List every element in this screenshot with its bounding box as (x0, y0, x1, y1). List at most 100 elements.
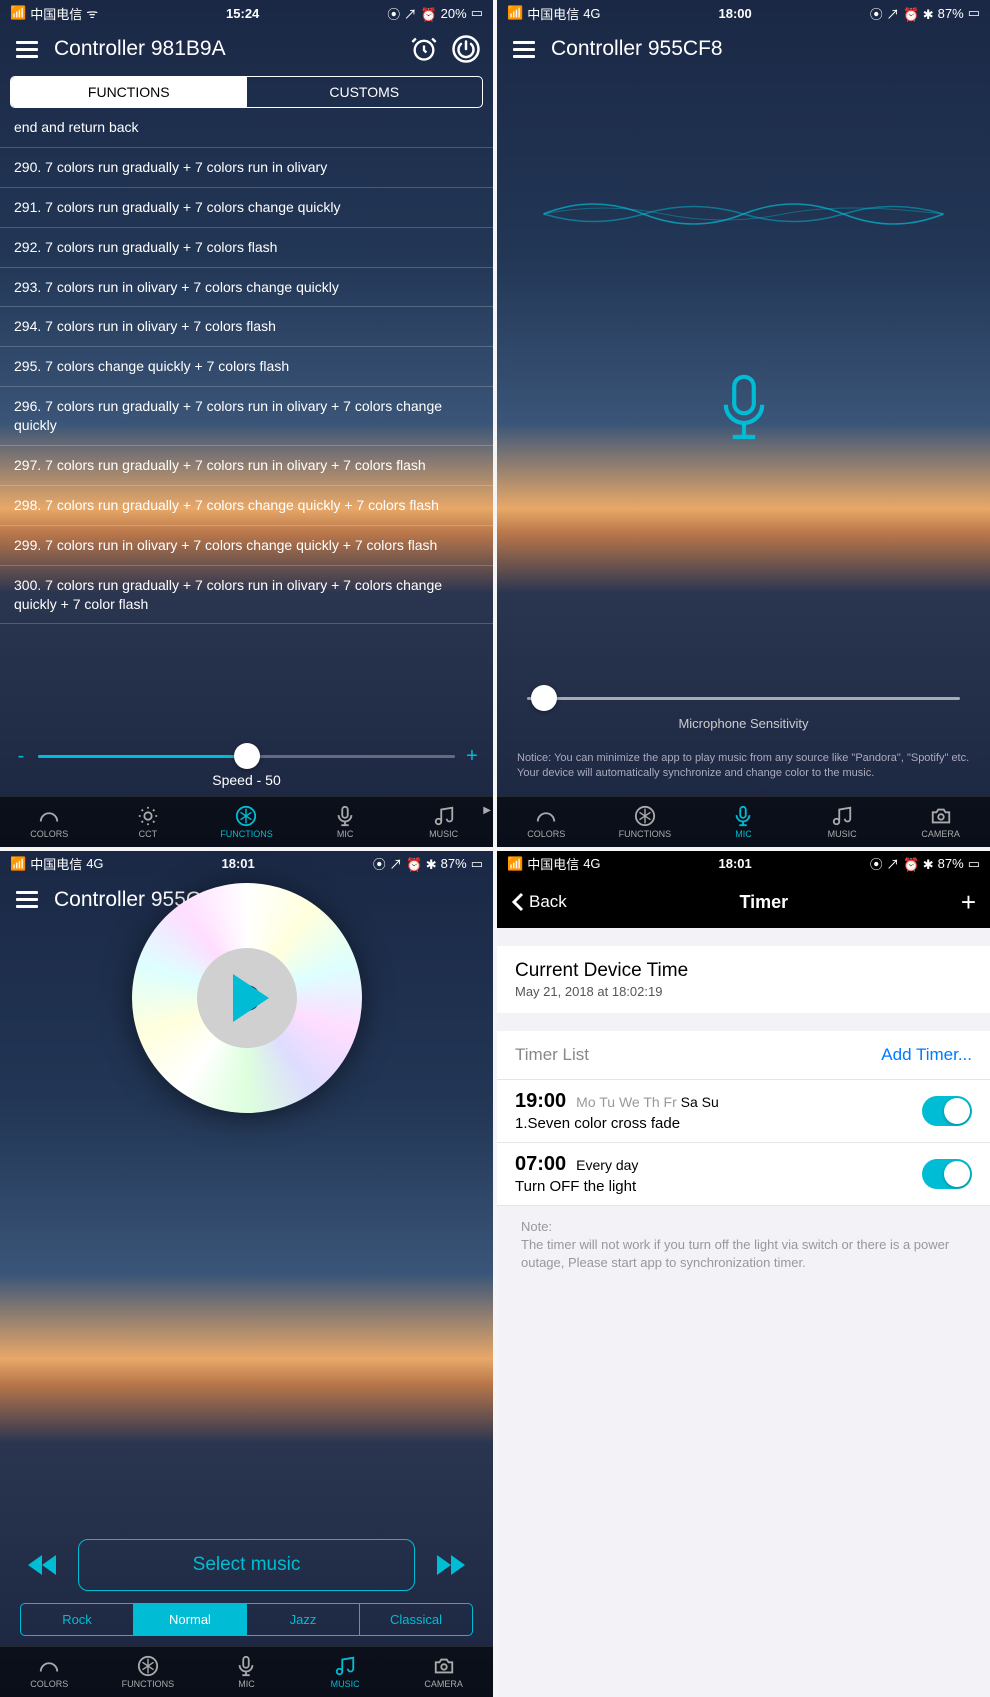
tab-label: COLORS (30, 829, 68, 839)
tab-label: MUSIC (828, 829, 857, 839)
timer-time: 19:00 (515, 1090, 566, 1113)
battery-label: 87% (938, 6, 964, 21)
plus-button[interactable]: + (465, 745, 479, 768)
note-text: The timer will not work if you turn off … (521, 1236, 966, 1272)
app-header: Controller 955CF8 (497, 26, 990, 72)
chevron-right-icon[interactable]: ▶ (483, 805, 491, 816)
tab-functions[interactable]: FUNCTIONS (197, 801, 296, 843)
sensitivity-slider[interactable] (527, 697, 960, 700)
mic-note: Notice: You can minimize the app to play… (497, 739, 990, 796)
list-item[interactable]: 291. 7 colors run gradually + 7 colors c… (0, 188, 493, 228)
tab-colors[interactable]: COLORS (497, 801, 596, 843)
timer-days: Every day (576, 1157, 638, 1173)
minus-button[interactable]: - (14, 745, 28, 768)
carrier-label: 中国电信 (30, 4, 82, 23)
battery-icon: ▭ (968, 856, 980, 872)
colors-icon (535, 805, 557, 827)
battery-label: 87% (441, 856, 467, 871)
colors-icon (38, 805, 60, 827)
clock-label: 15:24 (226, 6, 259, 21)
segmented-control: FUNCTIONS CUSTOMS (10, 76, 483, 108)
tab-mic[interactable]: MIC (197, 1651, 296, 1693)
power-icon[interactable] (451, 34, 481, 64)
page-title: Controller 981B9A (54, 37, 397, 61)
network-label: 4G (583, 856, 600, 871)
page-title: Timer (739, 892, 788, 913)
tab-functions[interactable]: FUNCTIONS (99, 1651, 198, 1693)
camera-icon (433, 1655, 455, 1677)
colors-icon (38, 1655, 60, 1677)
list-item[interactable]: 296. 7 colors run gradually + 7 colors r… (0, 387, 493, 446)
tab-colors[interactable]: COLORS (0, 1651, 99, 1693)
tab-label: CAMERA (921, 829, 960, 839)
genre-jazz[interactable]: Jazz (247, 1604, 360, 1635)
tab-camera[interactable]: CAMERA (891, 801, 990, 843)
tab-colors[interactable]: COLORS (0, 801, 99, 843)
menu-icon[interactable] (12, 34, 42, 64)
screen-timer: 📶中国电信4G 18:01 ⦿ ↗ ⏰ ✱87%▭ Back Timer + C… (497, 851, 990, 1697)
status-bar: 📶中国电信4G 18:01 ⦿ ↗ ⏰ ✱87%▭ (0, 851, 493, 877)
mic-icon (334, 805, 356, 827)
carrier-label: 中国电信 (527, 854, 579, 873)
tab-label: MUSIC (429, 829, 458, 839)
genre-rock[interactable]: Rock (21, 1604, 134, 1635)
list-item[interactable]: end and return back (0, 108, 493, 148)
menu-icon[interactable] (509, 34, 539, 64)
previous-button[interactable] (20, 1546, 68, 1584)
tab-music[interactable]: MUSIC (793, 801, 892, 843)
signal-icon: 📶 (507, 856, 523, 872)
tab-music[interactable]: MUSIC (394, 801, 493, 843)
speed-slider-row: - + (0, 739, 493, 772)
microphone-icon[interactable] (716, 374, 772, 444)
add-button[interactable]: + (961, 887, 976, 918)
tab-mic[interactable]: MIC (694, 801, 793, 843)
tab-cct[interactable]: CCT (99, 801, 198, 843)
tab-functions[interactable]: FUNCTIONS (11, 77, 247, 107)
tab-music[interactable]: MUSIC (296, 1651, 395, 1693)
menu-icon[interactable] (12, 885, 42, 915)
list-item[interactable]: 290. 7 colors run gradually + 7 colors r… (0, 148, 493, 188)
list-item[interactable]: 292. 7 colors run gradually + 7 colors f… (0, 228, 493, 268)
timer-toggle[interactable] (922, 1096, 972, 1126)
add-timer-link[interactable]: Add Timer... (881, 1045, 972, 1065)
signal-icon: 📶 (10, 5, 26, 21)
battery-label: 20% (441, 6, 467, 21)
tab-mic[interactable]: MIC (296, 801, 395, 843)
battery-icon: ▭ (968, 5, 980, 21)
timer-toggle[interactable] (922, 1159, 972, 1189)
list-item[interactable]: 295. 7 colors change quickly + 7 colors … (0, 347, 493, 387)
note-title: Note: (521, 1218, 966, 1236)
status-bar: 📶中国电信4G 18:00 ⦿ ↗ ⏰ ✱87%▭ (497, 0, 990, 26)
list-item[interactable]: 300. 7 colors run gradually + 7 colors r… (0, 566, 493, 625)
next-button[interactable] (425, 1546, 473, 1584)
list-item[interactable]: 294. 7 colors run in olivary + 7 colors … (0, 307, 493, 347)
status-icons: ⦿ ↗ ⏰ ✱ (870, 854, 934, 873)
tab-label: MUSIC (331, 1679, 360, 1689)
back-button[interactable]: Back (511, 892, 567, 912)
tab-customs[interactable]: CUSTOMS (247, 77, 483, 107)
tab-label: COLORS (527, 829, 565, 839)
tab-label: FUNCTIONS (122, 1679, 175, 1689)
list-item[interactable]: 298. 7 colors run gradually + 7 colors c… (0, 486, 493, 526)
timer-list-label: Timer List (515, 1045, 589, 1065)
status-bar: 📶中国电信4G 18:01 ⦿ ↗ ⏰ ✱87%▭ (497, 851, 990, 877)
alarm-icon[interactable] (409, 34, 439, 64)
play-button[interactable] (132, 883, 362, 1113)
genre-classical[interactable]: Classical (360, 1604, 472, 1635)
tab-functions[interactable]: FUNCTIONS (596, 801, 695, 843)
device-time-section: Current Device Time May 21, 2018 at 18:0… (497, 946, 990, 1013)
tab-bar: COLORS FUNCTIONS MIC MUSIC CAMERA (0, 1646, 493, 1697)
timer-row[interactable]: 07:00Every dayTurn OFF the light (497, 1143, 990, 1206)
tab-camera[interactable]: CAMERA (394, 1651, 493, 1693)
list-item[interactable]: 293. 7 colors run in olivary + 7 colors … (0, 268, 493, 308)
waveform-icon (527, 184, 960, 244)
genre-normal[interactable]: Normal (134, 1604, 247, 1635)
tab-label: MIC (238, 1679, 255, 1689)
timer-row[interactable]: 19:00Mo Tu We Th Fr Sa Su1.Seven color c… (497, 1080, 990, 1143)
list-item[interactable]: 297. 7 colors run gradually + 7 colors r… (0, 446, 493, 486)
functions-list[interactable]: end and return back290. 7 colors run gra… (0, 108, 493, 739)
list-item[interactable]: 299. 7 colors run in olivary + 7 colors … (0, 526, 493, 566)
select-music-button[interactable]: Select music (78, 1539, 415, 1591)
functions-icon (137, 1655, 159, 1677)
speed-slider[interactable] (38, 755, 455, 758)
